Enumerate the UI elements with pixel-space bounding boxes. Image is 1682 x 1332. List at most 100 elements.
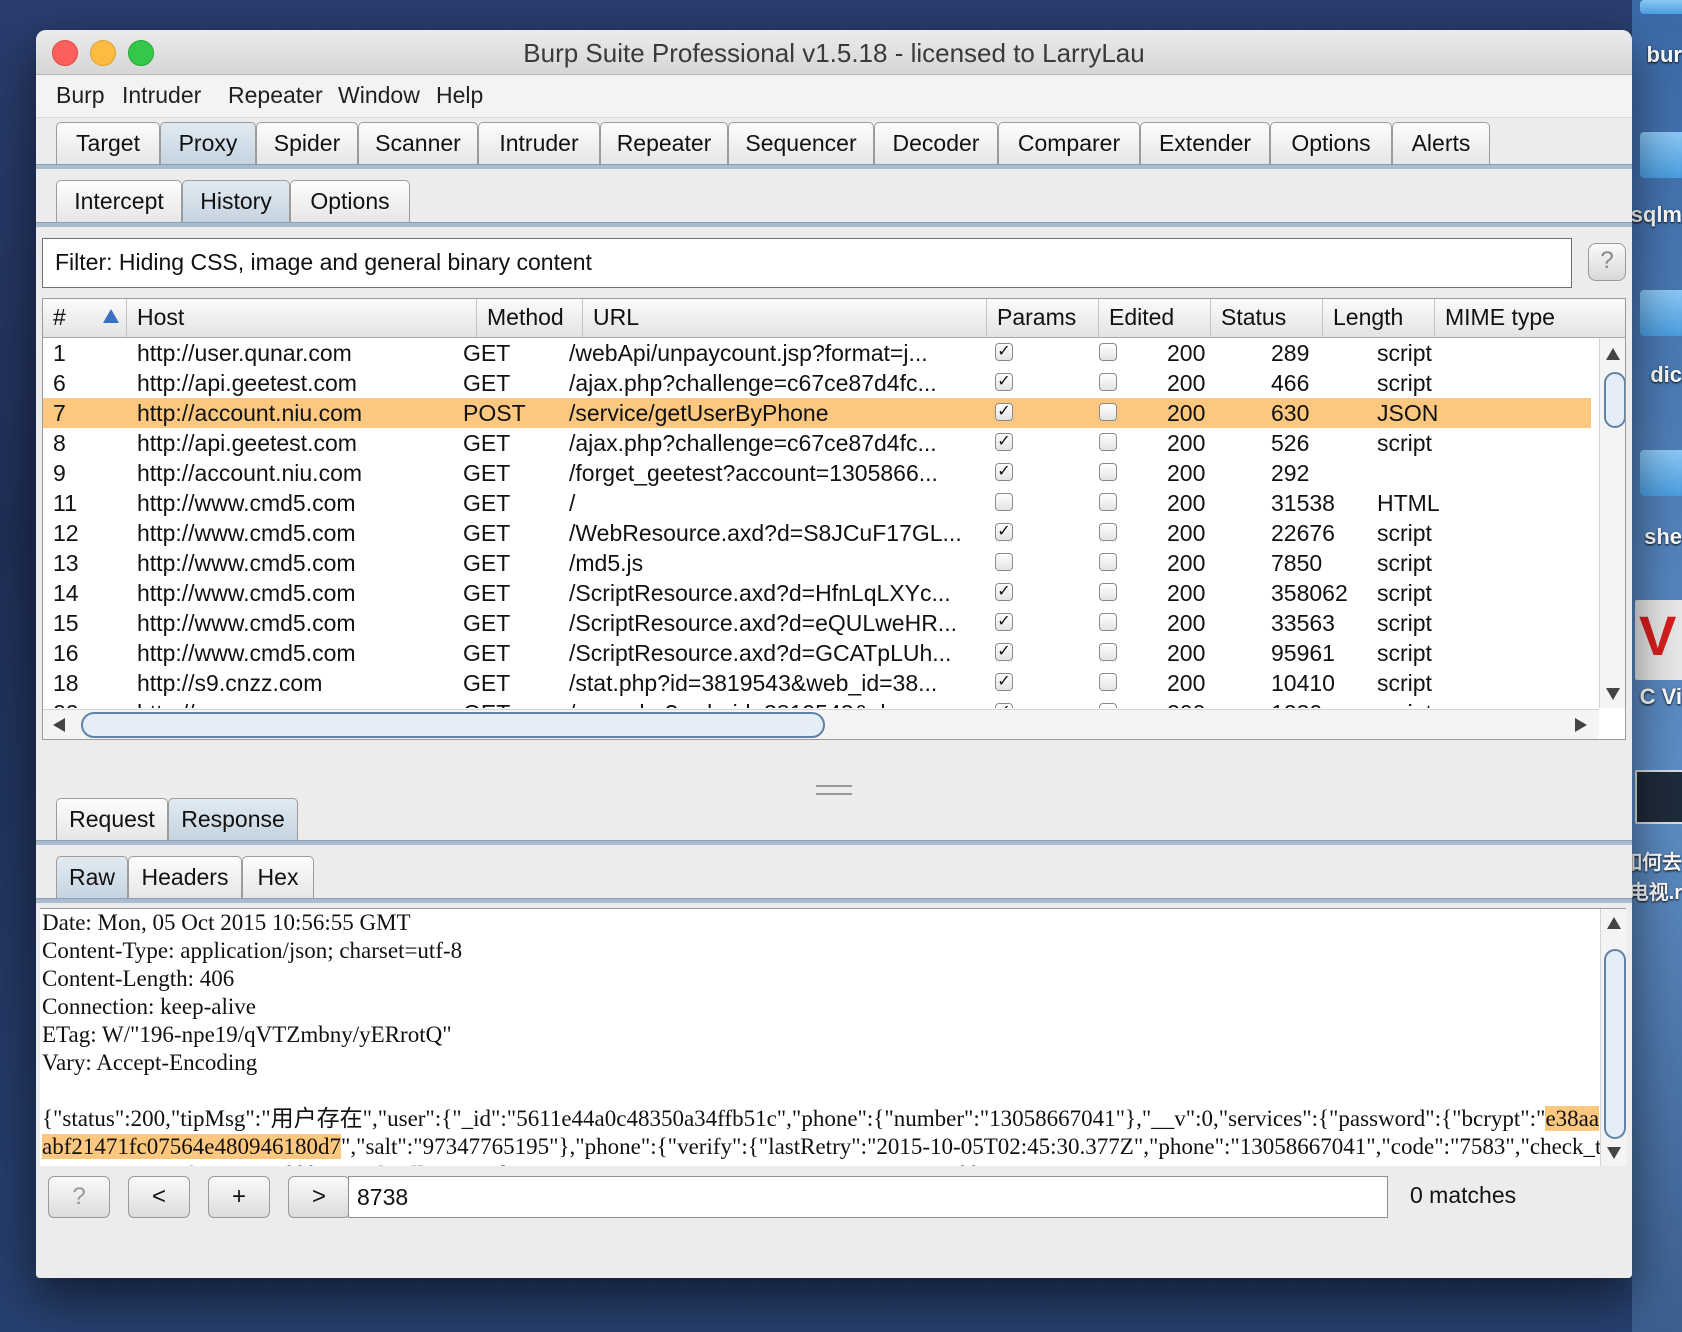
scroll-thumb[interactable] — [81, 712, 825, 738]
params-checkbox[interactable]: ✓ — [995, 433, 1013, 451]
params-checkbox[interactable]: ✓ — [995, 703, 1013, 708]
desktop-label-bur[interactable]: bur — [1647, 42, 1682, 68]
column-header-edited[interactable]: Edited — [1099, 299, 1211, 337]
params-checkbox[interactable] — [995, 493, 1013, 511]
table-row[interactable]: 9 http://account.niu.com GET/forget_geetes… — [43, 458, 1591, 488]
table-row[interactable]: 8 http://api.geetest.com GET/ajax.php?chal… — [43, 428, 1591, 458]
params-checkbox[interactable]: ✓ — [995, 373, 1013, 391]
tab-response[interactable]: Response — [168, 798, 298, 840]
table-row[interactable]: 6 http://api.geetest.com GET/ajax.php?chal… — [43, 368, 1591, 398]
table-row[interactable]: 11 http://www.cmd5.com GET / 200 31538 HTML — [43, 488, 1591, 518]
tab-comparer[interactable]: Comparer — [998, 122, 1140, 164]
menu-burp[interactable]: Burp — [56, 82, 105, 109]
edited-checkbox[interactable] — [1099, 583, 1117, 601]
scroll-up-arrow-icon[interactable] — [1606, 348, 1620, 360]
pane-splitter-handle[interactable] — [816, 785, 852, 795]
tab-options[interactable]: Options — [1270, 122, 1392, 164]
desktop-folder-icon[interactable] — [1640, 0, 1682, 14]
add-search-button[interactable]: + — [208, 1176, 270, 1218]
edited-checkbox[interactable] — [1099, 673, 1117, 691]
params-checkbox[interactable]: ✓ — [995, 403, 1013, 421]
desktop-label-cvi[interactable]: C Vi — [1640, 684, 1682, 710]
tab-headers[interactable]: Headers — [128, 856, 242, 898]
desktop-label-dic[interactable]: dic — [1650, 362, 1682, 388]
edited-checkbox[interactable] — [1099, 703, 1117, 708]
desktop-label-cn2[interactable]: 电视.r — [1629, 876, 1682, 905]
tab-request[interactable]: Request — [56, 798, 168, 840]
scroll-right-arrow-icon[interactable] — [1575, 718, 1587, 732]
tab-raw[interactable]: Raw — [56, 856, 128, 898]
edited-checkbox[interactable] — [1099, 523, 1117, 541]
column-header-mime-type[interactable]: MIME type — [1435, 299, 1625, 337]
desktop-app-icon[interactable]: V — [1635, 600, 1682, 680]
table-row[interactable]: 1 http://user.qunar.com GET/webApi/unpayco… — [43, 338, 1591, 368]
tab-repeater[interactable]: Repeater — [600, 122, 728, 164]
params-checkbox[interactable]: ✓ — [995, 343, 1013, 361]
edited-checkbox[interactable] — [1099, 373, 1117, 391]
scroll-left-arrow-icon[interactable] — [53, 718, 65, 732]
menu-window[interactable]: Window — [338, 82, 420, 109]
title-bar[interactable]: Burp Suite Professional v1.5.18 - licens… — [36, 30, 1632, 75]
scroll-thumb[interactable] — [1604, 372, 1625, 428]
edited-checkbox[interactable] — [1099, 493, 1117, 511]
column-header-number[interactable]: # — [43, 299, 127, 337]
params-checkbox[interactable]: ✓ — [995, 673, 1013, 691]
scroll-down-arrow-icon[interactable] — [1606, 688, 1620, 700]
table-row[interactable]: 13 http://www.cmd5.com GET/md5.js 200 7850 sc… — [43, 548, 1591, 578]
params-checkbox[interactable] — [995, 553, 1013, 571]
tab-decoder[interactable]: Decoder — [874, 122, 998, 164]
edited-checkbox[interactable] — [1099, 643, 1117, 661]
column-header-url[interactable]: URL — [583, 299, 987, 337]
params-checkbox[interactable]: ✓ — [995, 583, 1013, 601]
column-header-status[interactable]: Status — [1211, 299, 1323, 337]
tab-intruder[interactable]: Intruder — [478, 122, 600, 164]
menu-intruder[interactable]: Intruder — [122, 82, 201, 109]
edited-checkbox[interactable] — [1099, 613, 1117, 631]
desktop-video-thumbnail[interactable] — [1635, 770, 1682, 824]
previous-match-button[interactable]: < — [128, 1176, 190, 1218]
tab-target[interactable]: Target — [56, 122, 160, 164]
table-row[interactable]: 16 http://www.cmd5.com GET/ScriptResource.… — [43, 638, 1591, 668]
edited-checkbox[interactable] — [1099, 553, 1117, 571]
params-checkbox[interactable]: ✓ — [995, 643, 1013, 661]
scroll-thumb[interactable] — [1604, 949, 1626, 1139]
table-vertical-scrollbar[interactable] — [1599, 338, 1625, 708]
scroll-down-arrow-icon[interactable] — [1607, 1147, 1621, 1159]
response-viewer[interactable]: Date: Mon, 05 Oct 2015 10:56:55 GMT Cont… — [40, 908, 1627, 1187]
search-input[interactable]: 8738 — [348, 1176, 1388, 1218]
tab-sequencer[interactable]: Sequencer — [728, 122, 874, 164]
desktop-label-sqlm[interactable]: sqlm — [1631, 202, 1682, 228]
column-header-length[interactable]: Length — [1323, 299, 1435, 337]
tab-spider[interactable]: Spider — [256, 122, 358, 164]
menu-help[interactable]: Help — [436, 82, 483, 109]
edited-checkbox[interactable] — [1099, 343, 1117, 361]
next-match-button[interactable]: > — [288, 1176, 350, 1218]
tab-hex[interactable]: Hex — [242, 856, 314, 898]
column-header-host[interactable]: Host — [127, 299, 477, 337]
response-text[interactable]: Date: Mon, 05 Oct 2015 10:56:55 GMT Cont… — [42, 909, 1602, 1189]
tab-history[interactable]: History — [182, 180, 290, 222]
table-row[interactable]: 22 http://c.cnzz.com GET/core.php?web_id=3… — [43, 698, 1591, 708]
tab-proxy[interactable]: Proxy — [160, 122, 256, 164]
viewer-vertical-scrollbar[interactable] — [1600, 909, 1627, 1167]
menu-repeater[interactable]: Repeater — [228, 82, 323, 109]
edited-checkbox[interactable] — [1099, 403, 1117, 421]
tab-intercept[interactable]: Intercept — [56, 180, 182, 222]
scroll-up-arrow-icon[interactable] — [1607, 917, 1621, 929]
edited-checkbox[interactable] — [1099, 463, 1117, 481]
tab-scanner[interactable]: Scanner — [358, 122, 478, 164]
table-row[interactable]: 15 http://www.cmd5.com GET/ScriptResource.… — [43, 608, 1591, 638]
search-help-button[interactable]: ? — [48, 1176, 110, 1218]
tab-proxy-options[interactable]: Options — [290, 180, 410, 222]
filter-help-button[interactable]: ? — [1588, 243, 1626, 281]
column-header-method[interactable]: Method — [477, 299, 583, 337]
tab-extender[interactable]: Extender — [1140, 122, 1270, 164]
column-header-params[interactable]: Params — [987, 299, 1099, 337]
desktop-label-she[interactable]: she — [1644, 524, 1682, 550]
table-row[interactable]: 12 http://www.cmd5.com GET/WebResource.axd… — [43, 518, 1591, 548]
table-row[interactable]: 7 http://account.niu.com POST/service/getU… — [43, 398, 1591, 428]
table-row[interactable]: 14 http://www.cmd5.com GET/ScriptResource.… — [43, 578, 1591, 608]
table-row[interactable]: 18 http://s9.cnzz.com GET/stat.php?id=3819… — [43, 668, 1591, 698]
desktop-folder-icon[interactable] — [1640, 290, 1682, 336]
tab-alerts[interactable]: Alerts — [1392, 122, 1490, 164]
